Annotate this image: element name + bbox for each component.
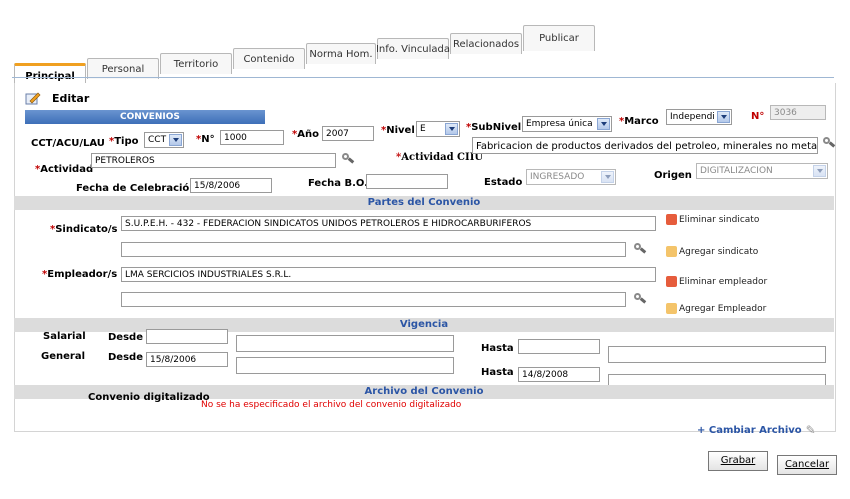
partes-header: Partes del Convenio xyxy=(14,196,834,210)
page-title: Editar xyxy=(52,92,90,105)
actividad-label: *Actividad xyxy=(35,164,94,175)
general-label: General xyxy=(41,351,85,362)
actividad-ciiu-input[interactable]: Fabricacion de productos derivados del p… xyxy=(472,137,818,154)
add-icon xyxy=(666,303,677,314)
convenio-digitalizado-label: Convenio digitalizado xyxy=(88,392,210,403)
tab-info-vinculada[interactable]: Info. Vinculada xyxy=(376,38,450,59)
sindicato-label: *Sindicato/s xyxy=(50,224,118,235)
chevron-down-icon xyxy=(597,118,610,130)
search-icon[interactable] xyxy=(822,137,836,149)
nivel-select[interactable]: E xyxy=(416,121,460,137)
search-icon[interactable] xyxy=(633,293,647,305)
empleador-label: *Empleador/s xyxy=(42,269,118,280)
n-label: *N° xyxy=(196,134,215,145)
agregar-sindicato-button[interactable]: Agregar sindicato xyxy=(666,246,758,257)
fecha-celebracion-input[interactable]: 15/8/2006 xyxy=(190,178,272,193)
n-input[interactable]: 1000 xyxy=(220,130,284,145)
cancelar-button[interactable]: Cancelar xyxy=(777,455,837,475)
actividad-input[interactable]: PETROLEROS xyxy=(91,153,336,168)
chevron-down-icon xyxy=(601,171,614,183)
marco-select[interactable]: Independi xyxy=(666,109,732,125)
actividad-ciiu-label: *Actividad CIIU xyxy=(396,152,484,163)
general-hasta-label: Hasta xyxy=(481,367,514,378)
wrench-icon: ✎ xyxy=(805,423,816,437)
general-desde-label: Desde xyxy=(108,352,143,363)
delete-icon xyxy=(666,276,677,287)
ano-input[interactable]: 2007 xyxy=(322,126,374,141)
nivel-label: *Nivel xyxy=(381,125,415,136)
salarial-label: Salarial xyxy=(43,331,86,342)
archivo-status-text: No se ha especificado el archivo del con… xyxy=(201,400,462,410)
tipo-label: *Tipo xyxy=(109,136,139,147)
general-hasta-input[interactable]: 14/8/2008 xyxy=(518,367,600,382)
salarial-hasta-input[interactable] xyxy=(518,339,600,354)
tab-norma-hom[interactable]: Norma Hom. xyxy=(306,43,376,64)
salarial-hasta-extra-input[interactable] xyxy=(608,346,826,363)
fecha-celebracion-label: Fecha de Celebración xyxy=(76,183,197,194)
chevron-down-icon xyxy=(813,165,826,177)
add-icon xyxy=(666,246,677,257)
general-desde-input[interactable]: 15/8/2006 xyxy=(146,352,228,367)
salarial-hasta-label: Hasta xyxy=(481,343,514,354)
estado-label: Estado xyxy=(484,177,523,188)
search-icon[interactable] xyxy=(341,153,355,165)
chevron-down-icon xyxy=(717,111,730,123)
origen-label: Origen xyxy=(654,170,692,181)
salarial-desde-extra-input[interactable] xyxy=(236,335,454,352)
edit-icon xyxy=(25,91,41,105)
vigencia-header: Vigencia xyxy=(14,318,834,332)
origen-select: DIGITALIZACION xyxy=(696,163,828,179)
tipo-select[interactable]: CCT xyxy=(144,132,184,148)
agregar-empleador-button[interactable]: Agregar Empleador xyxy=(666,303,766,314)
marco-label: *Marco xyxy=(619,116,659,127)
delete-icon xyxy=(666,214,677,225)
ano-label: *Año xyxy=(292,129,319,140)
n2-label: N° xyxy=(751,111,765,122)
fecha-bo-input[interactable] xyxy=(366,174,448,189)
cct-label: CCT/ACU/LAU xyxy=(31,138,105,149)
eliminar-sindicato-button[interactable]: Eliminar sindicato xyxy=(666,214,759,225)
subnivel-label: *SubNivel xyxy=(466,122,522,133)
chevron-down-icon xyxy=(445,123,458,135)
tab-territorio[interactable]: Territorio xyxy=(160,53,232,74)
cambiar-archivo-button[interactable]: + Cambiar Archivo ✎ xyxy=(697,423,816,437)
eliminar-empleador-button[interactable]: Eliminar empleador xyxy=(666,276,767,287)
n2-input: 3036 xyxy=(770,105,826,120)
tab-contenido[interactable]: Contenido xyxy=(233,48,305,69)
tab-relacionados[interactable]: Relacionados xyxy=(450,33,522,54)
chevron-down-icon xyxy=(169,134,182,146)
general-desde-extra-input[interactable] xyxy=(236,357,454,374)
sindicato-input[interactable]: S.U.P.E.H. - 432 - FEDERACION SINDICATOS… xyxy=(121,216,656,231)
grabar-button[interactable]: Grabar xyxy=(708,451,768,471)
tab-personal[interactable]: Personal xyxy=(87,58,159,79)
empleador-input[interactable]: LMA SERCICIOS INDUSTRIALES S.R.L. xyxy=(121,267,656,282)
salarial-desde-input[interactable] xyxy=(146,329,228,344)
empleador-new-input[interactable] xyxy=(121,292,626,307)
tab-publicar[interactable]: Publicar xyxy=(523,25,595,51)
fecha-bo-label: Fecha B.O. xyxy=(308,178,368,189)
convenios-banner: CONVENIOS xyxy=(25,110,265,124)
sindicato-new-input[interactable] xyxy=(121,242,626,257)
subnivel-select[interactable]: Empresa única xyxy=(522,116,612,132)
salarial-desde-label: Desde xyxy=(108,332,143,343)
tab-divider xyxy=(12,77,834,78)
search-icon[interactable] xyxy=(633,243,647,255)
estado-select: INGRESADO xyxy=(526,169,616,185)
